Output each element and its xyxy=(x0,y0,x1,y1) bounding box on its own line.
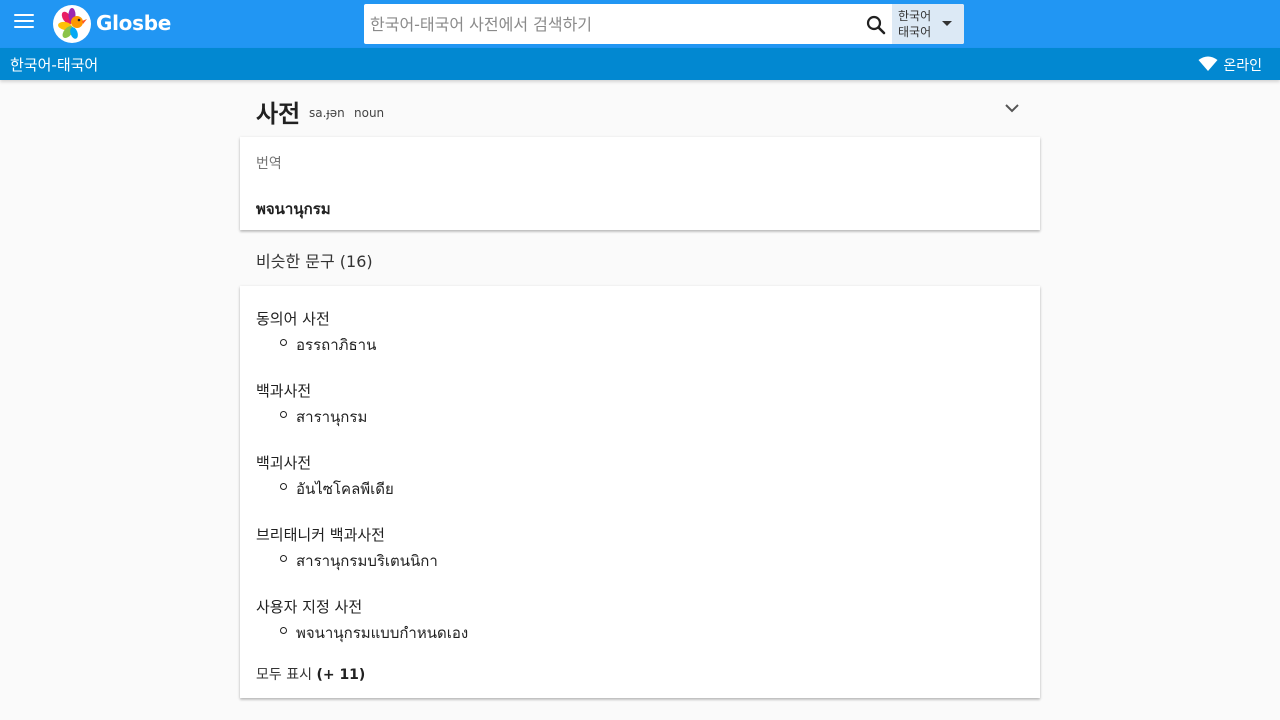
phrase-source[interactable]: 동의어 사전 xyxy=(256,308,336,329)
translation-item[interactable]: พจนานุกรม xyxy=(256,197,331,221)
phrase-translation[interactable]: อันไซโคลพีเดีย xyxy=(280,477,394,501)
brand-name[interactable]: Glosbe xyxy=(96,11,171,35)
pronunciation: sa.ɟən xyxy=(309,106,345,120)
wifi-icon xyxy=(1198,56,1218,72)
dictionary-pair-title[interactable]: 한국어-태국어 xyxy=(10,54,98,75)
phrase-translation[interactable]: พจนานุกรมแบบกำหนดเอง xyxy=(280,621,469,645)
dictionary-subheader: 한국어-태국어 온라인 xyxy=(0,48,1280,80)
bullet-icon xyxy=(280,627,287,634)
show-all-link[interactable]: 모두 표시 (+ 11) xyxy=(256,664,365,684)
glosbe-logo[interactable] xyxy=(53,5,91,43)
phrase-translation-text: อรรถาภิธาน xyxy=(296,336,377,354)
top-app-bar: Glosbe 한국어 태국어 xyxy=(0,0,1280,48)
phrase-source[interactable]: 브리태니커 백과사전 xyxy=(256,524,398,545)
phrase-translation[interactable]: สารานุกรม xyxy=(280,405,368,429)
bullet-icon xyxy=(280,555,287,562)
phrase-translation-text: สารานุกรม xyxy=(296,408,368,426)
part-of-speech: noun xyxy=(354,106,385,120)
phrase-translation-text: พจนานุกรมแบบกำหนดเอง xyxy=(296,624,469,642)
show-all-label: 모두 표시 xyxy=(256,667,312,683)
online-status: 온라인 xyxy=(1223,58,1262,74)
phrase-item: 브리태니커 백과사전 สารานุกรมบริเตนนิกา xyxy=(256,524,438,573)
phrase-item: 백괴사전 อันไซโคลพีเดีย xyxy=(256,452,394,501)
bullet-icon xyxy=(280,411,287,418)
phrase-source[interactable]: 사용자 지정 사전 xyxy=(256,596,428,617)
entry-word: 사전 xyxy=(256,100,301,128)
search-box: 한국어 태국어 xyxy=(364,4,964,44)
chevron-down-icon xyxy=(942,21,952,26)
phrase-translation-text: สารานุกรมบริเตนนิกา xyxy=(296,552,438,570)
phrase-item: 백과사전 สารานุกรม xyxy=(256,380,367,429)
chevron-down-icon[interactable] xyxy=(1002,98,1022,118)
language-pair-select[interactable]: 한국어 태국어 xyxy=(892,4,964,44)
bullet-icon xyxy=(280,483,287,490)
phrase-source[interactable]: 백과사전 xyxy=(256,380,327,401)
phrase-item: 사용자 지정 사전 พจนานุกรมแบบกำหนดเอง xyxy=(256,596,468,645)
target-language-label: 태국어 xyxy=(898,25,932,39)
translations-label: 번역 xyxy=(256,156,282,172)
menu-icon[interactable] xyxy=(14,14,34,32)
phrase-translation[interactable]: อรรถาภิธาน xyxy=(280,333,377,357)
show-all-count: (+ 11) xyxy=(316,667,366,683)
source-language-label: 한국어 xyxy=(898,9,932,23)
phrase-source[interactable]: 백괴사전 xyxy=(256,452,354,473)
bullet-icon xyxy=(280,339,287,346)
search-input[interactable] xyxy=(370,10,854,38)
phrase-translation-text: อันไซโคลพีเดีย xyxy=(296,480,394,498)
search-icon[interactable] xyxy=(864,13,888,37)
similar-phrases-card: 동의어 사전 อรรถาภิธาน 백과사전 สารานุกรม 백괴사전 อั… xyxy=(240,286,1040,698)
phrase-translation[interactable]: สารานุกรมบริเตนนิกา xyxy=(280,549,438,573)
translations-card: 번역 พจนานุกรม xyxy=(240,137,1040,230)
entry-header: 사전 sa.ɟən noun xyxy=(256,94,1040,128)
phrase-item: 동의어 사전 อรรถาภิธาน xyxy=(256,308,376,357)
similar-phrases-title: 비슷한 문구 (16) xyxy=(256,252,373,271)
